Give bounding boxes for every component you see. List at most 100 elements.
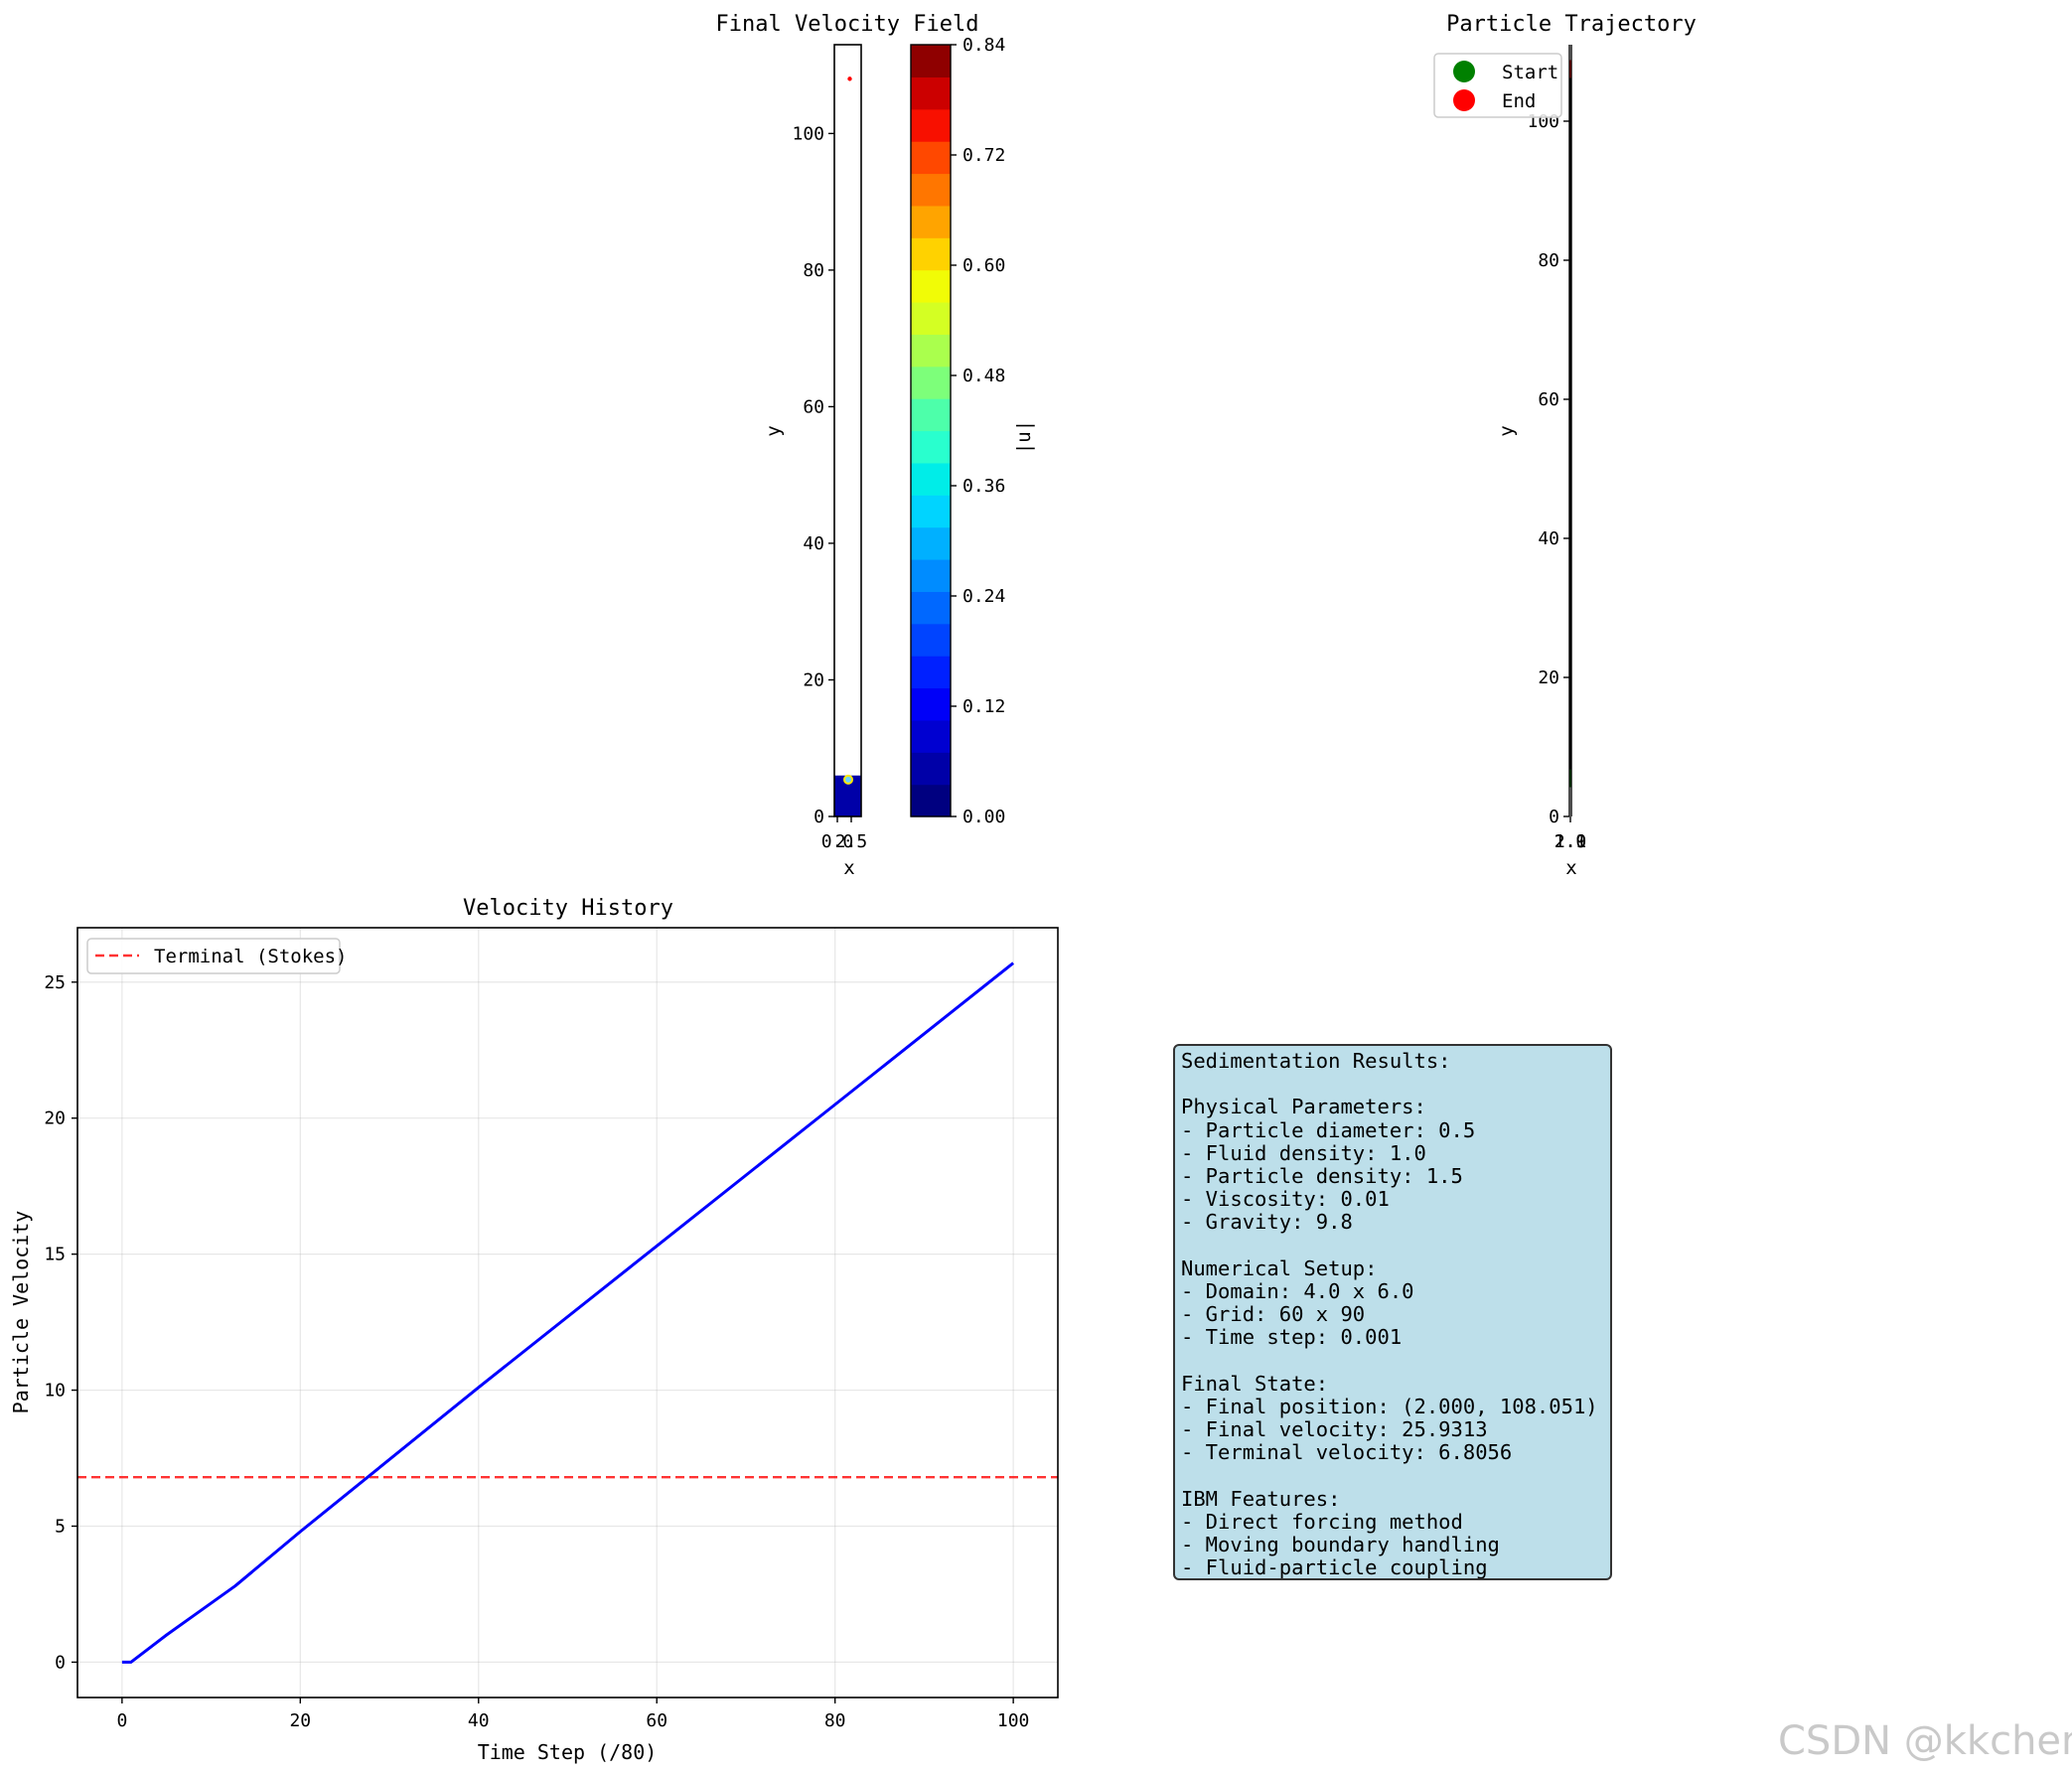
particle-velocity-line xyxy=(121,961,1015,1664)
velocity-history-title: Velocity History xyxy=(463,896,673,921)
legend-terminal-label: Terminal (Stokes) xyxy=(154,946,347,967)
colorbar-segment xyxy=(911,687,951,721)
velocity-field-y-tick-label: 40 xyxy=(803,533,824,554)
results-spacer xyxy=(1181,1465,1604,1488)
colorbar-segment xyxy=(911,205,951,238)
velocity-field-title: Final Velocity Field xyxy=(716,12,979,37)
results-line: - Fluid-particle coupling xyxy=(1181,1555,1488,1580)
velocity-field-y-tick-label: 20 xyxy=(803,669,824,690)
colorbar-segment xyxy=(911,141,951,175)
results-line: - Particle diameter: 0.5 xyxy=(1181,1117,1476,1142)
trajectory-legend: Start End xyxy=(1433,53,1562,118)
trajectory-xlabel: x xyxy=(1565,857,1576,879)
colorbar-tick-label: 0.84 xyxy=(962,35,1005,56)
velocity-history-ylabel: Particle Velocity xyxy=(9,1211,33,1414)
colorbar-segment xyxy=(911,591,951,625)
results-line: - Fluid density: 1.0 xyxy=(1181,1140,1426,1165)
colorbar-segment xyxy=(911,269,951,303)
results-line: Numerical Setup: xyxy=(1181,1256,1378,1280)
colorbar-tick-label: 0.24 xyxy=(962,586,1005,607)
velocity-history-y-ticks: 0 5 10 15 20 25 xyxy=(44,972,77,1673)
trajectory-x-tick-label: 2.1 xyxy=(1554,831,1587,852)
trajectory-y-tick-label: 40 xyxy=(1538,528,1559,549)
colorbar-segment xyxy=(911,108,951,142)
results-spacer xyxy=(1181,1073,1604,1096)
colorbar-segment xyxy=(911,752,951,786)
figure-canvas: Final Velocity Field 0 20 40 60 80 100 0.02.5… xyxy=(9,12,1697,1764)
results-line: Final State: xyxy=(1181,1371,1329,1396)
colorbar-segment xyxy=(911,237,951,271)
velocity-history-y-tick-label: 15 xyxy=(44,1245,66,1265)
colorbar-tick-label: 0.12 xyxy=(962,696,1005,717)
velocity-field-y-ticks: 0 20 40 60 80 100 xyxy=(792,123,834,827)
legend-start-marker xyxy=(1453,61,1475,82)
results-line: - Moving boundary handling xyxy=(1181,1533,1500,1557)
csdn-watermark: CSDN @kkchenji xyxy=(1778,1718,2072,1764)
velocity-history-x-tick-label: 0 xyxy=(116,1710,127,1731)
trajectory-y-tick-label: 60 xyxy=(1538,389,1559,410)
results-line: IBM Features: xyxy=(1181,1486,1341,1511)
velocity-history-x-tick-label: 100 xyxy=(997,1710,1030,1731)
velocity-colorbar-label: |u| xyxy=(1013,420,1035,454)
velocity-history-y-tick-label: 20 xyxy=(44,1108,66,1129)
colorbar-segment xyxy=(911,173,951,207)
results-line: - Gravity: 9.8 xyxy=(1181,1210,1353,1235)
colorbar-segment xyxy=(911,623,951,657)
velocity-history-x-tick-label: 40 xyxy=(468,1710,490,1731)
colorbar-segment xyxy=(911,656,951,689)
trajectory-panel: Particle Trajectory 020406080100 1.92.02… xyxy=(1433,12,1697,879)
velocity-field-y-tick-label: 100 xyxy=(792,123,824,144)
legend-end-marker xyxy=(1453,89,1475,111)
velocity-history-legend: Terminal (Stokes) xyxy=(86,938,347,974)
velocity-field-panel: Final Velocity Field 0 20 40 60 80 100 0.02.5… xyxy=(716,12,1035,879)
results-line: Physical Parameters: xyxy=(1181,1095,1426,1119)
colorbar-segment xyxy=(911,559,951,592)
velocity-field-x-tick-label: 2.5 xyxy=(835,831,868,852)
velocity-colorbar xyxy=(910,44,952,817)
colorbar-segment xyxy=(911,302,951,335)
velocity-history-xlabel: Time Step (/80) xyxy=(478,1740,658,1764)
results-line: - Direct forcing method xyxy=(1181,1510,1463,1534)
velocity-history-y-tick-label: 25 xyxy=(44,972,66,993)
results-spacer xyxy=(1181,1235,1604,1257)
velocity-history-y-tick-label: 0 xyxy=(55,1652,66,1673)
particle-wake-inner xyxy=(845,776,851,783)
colorbar-segment xyxy=(911,76,951,110)
colorbar-tick-label: 0.72 xyxy=(962,145,1005,166)
colorbar-segment xyxy=(911,462,951,496)
velocity-field-y-tick-label: 80 xyxy=(803,260,824,281)
colorbar-segment xyxy=(911,430,951,464)
trajectory-ylabel: y xyxy=(1496,425,1518,436)
colorbar-segment xyxy=(911,334,951,368)
colorbar-segment xyxy=(911,719,951,753)
results-spacer xyxy=(1181,1350,1604,1373)
trajectory-y-ticks: 020406080100 xyxy=(1527,111,1569,827)
trajectory-plot xyxy=(1568,45,1572,816)
trajectory-y-tick-label: 20 xyxy=(1538,667,1559,688)
colorbar-segment xyxy=(911,45,951,77)
results-line: - Grid: 60 x 90 xyxy=(1181,1302,1366,1327)
results-line: - Terminal velocity: 6.8056 xyxy=(1181,1440,1513,1465)
colorbar-tick-label: 0.36 xyxy=(962,476,1005,497)
colorbar-segment xyxy=(911,784,951,817)
particle-position-marker xyxy=(847,76,852,81)
velocity-series xyxy=(121,961,1015,1664)
results-line: Sedimentation Results: xyxy=(1181,1049,1451,1073)
colorbar-segment xyxy=(911,495,951,528)
velocity-history-x-tick-label: 20 xyxy=(289,1710,311,1731)
colorbar-tick-label: 0.00 xyxy=(962,807,1005,827)
results-line: - Viscosity: 0.01 xyxy=(1181,1187,1390,1212)
results-line: - Particle density: 1.5 xyxy=(1181,1164,1463,1188)
colorbar-tick-label: 0.60 xyxy=(962,255,1005,276)
velocity-field-x-ticks: 0.02.5 xyxy=(821,816,868,852)
legend-start-label: Start xyxy=(1502,62,1558,83)
velocity-field-xlabel: x xyxy=(843,857,854,879)
velocity-history-panel: Velocity History 0 5 10 15 20 25 0 20 40 60 80 100… xyxy=(9,896,1059,1764)
results-line: - Final velocity: 25.9313 xyxy=(1181,1417,1488,1442)
velocity-history-x-tick-label: 80 xyxy=(824,1710,846,1731)
velocity-colorbar-ticks: 0.00 0.12 0.24 0.36 0.48 0.60 0.72 0.84 xyxy=(951,35,1005,827)
results-line: - Final position: (2.000, 108.051) xyxy=(1181,1395,1598,1418)
trajectory-y-tick-label: 0 xyxy=(1549,807,1559,827)
velocity-field-ylabel: y xyxy=(763,425,785,436)
velocity-field-plot xyxy=(833,44,862,817)
